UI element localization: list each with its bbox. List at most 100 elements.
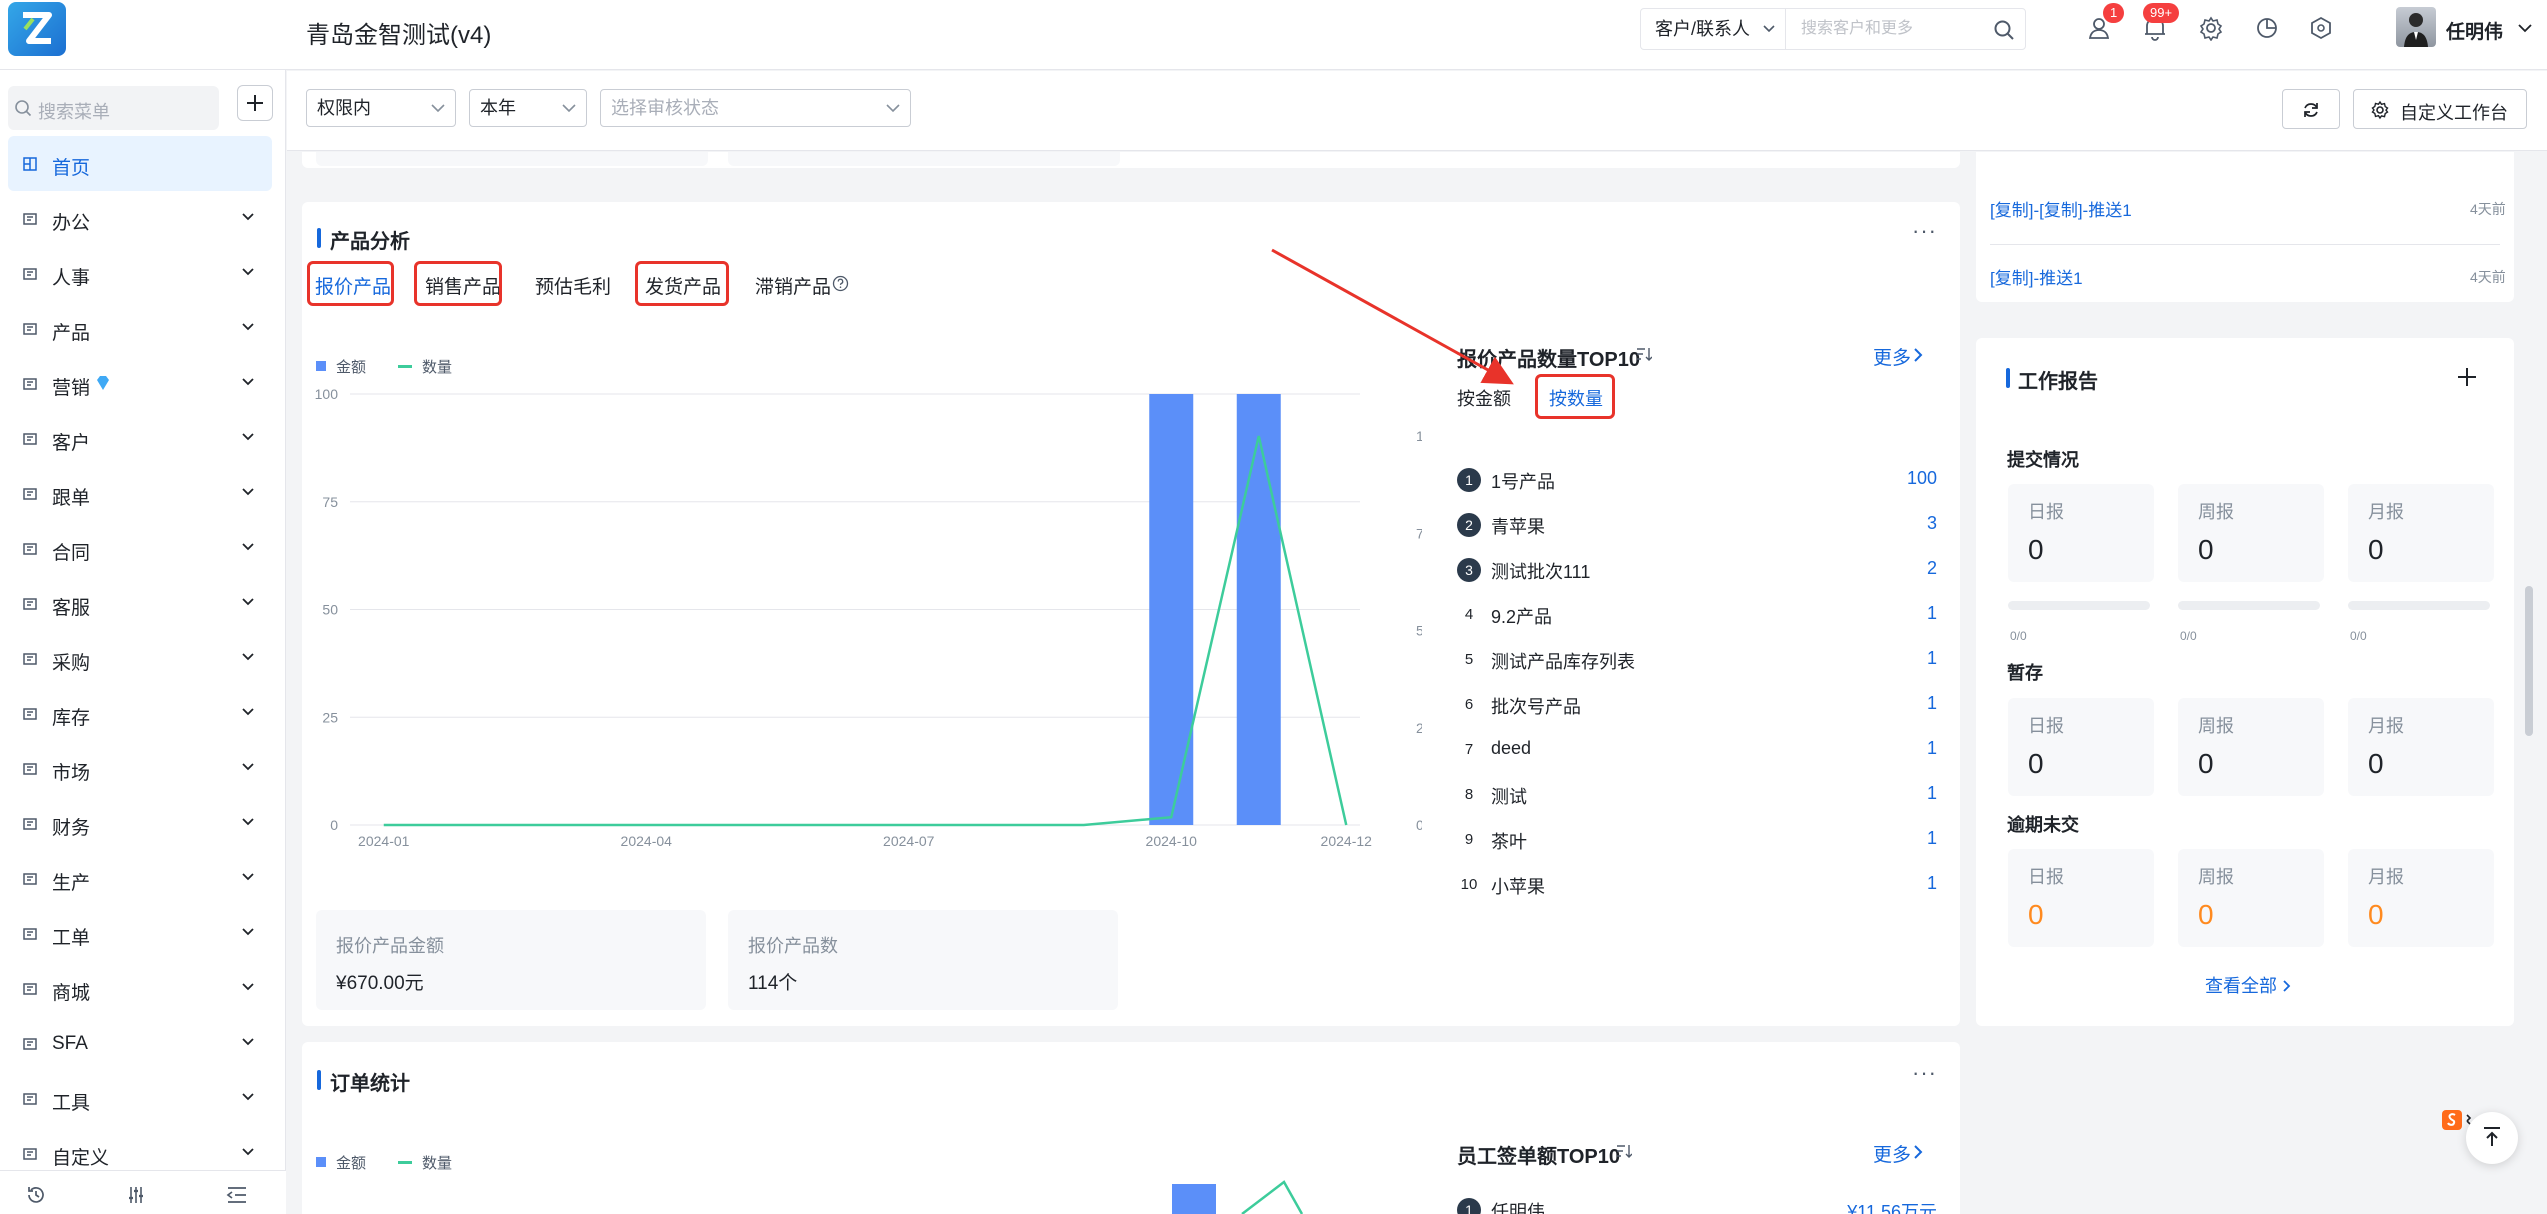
list-item[interactable]: 1 1号产品 100 xyxy=(1457,464,1937,494)
sidebar-item-15[interactable]: 商城 xyxy=(8,961,272,1016)
list-item[interactable]: 10 小苹果 1 xyxy=(1457,869,1937,899)
rank-name: 青苹果 xyxy=(1491,517,1545,537)
more-options-icon[interactable]: ··· xyxy=(1912,1060,1937,1086)
arrow-up-icon xyxy=(2482,1126,2502,1148)
sidebar-item-8[interactable]: 客服 xyxy=(8,576,272,631)
sidebar-item-17[interactable]: 工具 xyxy=(8,1071,272,1126)
report-daily-box[interactable]: 日报 0 xyxy=(2008,484,2154,582)
chevron-right-icon[interactable] xyxy=(1913,1144,1923,1160)
report-monthly-box[interactable]: 月报 0 xyxy=(2348,484,2494,582)
sidebar-item-16[interactable]: SFA xyxy=(8,1016,272,1071)
search-icon[interactable] xyxy=(1993,19,2015,41)
audit-status-placeholder: 选择审核状态 xyxy=(611,98,719,118)
rank-number: 9 xyxy=(1464,831,1474,848)
sort-icon[interactable] xyxy=(1616,1143,1632,1159)
y-left-tick-label: 0 xyxy=(330,817,338,833)
stat-remnant xyxy=(728,152,1120,166)
back-to-top-button[interactable] xyxy=(2466,1112,2518,1164)
y-left-tick-label: 50 xyxy=(322,602,338,618)
ranking-list: 1 1号产品 100 2 青苹果 3 3 测试批次111 2 4 9.2产品 1 5 测试产品库存列表 1 6… xyxy=(1457,464,1937,914)
view-all-link[interactable]: 查看全部 xyxy=(2205,972,2291,998)
rank-value: 1 xyxy=(1926,828,1937,848)
notice-item-title[interactable]: [复制]-推送1 xyxy=(1990,264,2083,289)
sidebar-item-10[interactable]: 库存 xyxy=(8,686,272,741)
sidebar-item-label: 跟单 xyxy=(52,488,91,509)
report-monthly-box[interactable]: 月报 0 xyxy=(2348,849,2494,947)
chevron-right-icon[interactable] xyxy=(1913,347,1923,363)
sidebar-item-5[interactable]: 客户 xyxy=(8,411,272,466)
sidebar-item-6[interactable]: 跟单 xyxy=(8,466,272,521)
report-value: 0 xyxy=(2368,899,2384,930)
hr-icon xyxy=(22,266,38,282)
sidebar-item-2[interactable]: 人事 xyxy=(8,246,272,301)
app-root: 青岛金智测试(v4) 客户/联系人 搜索客户和更多 1 99+ 任明伟 搜索菜单 xyxy=(0,0,2547,1214)
sidebar-item-3[interactable]: 产品 xyxy=(8,301,272,356)
search-scope-select[interactable]: 客户/联系人 xyxy=(1641,9,1786,49)
custom-workbench-button[interactable]: 自定义工作台 xyxy=(2353,89,2527,129)
report-daily-box[interactable]: 日报 0 xyxy=(2008,849,2154,947)
list-item[interactable]: 6 批次号产品 1 xyxy=(1457,689,1937,719)
sidebar-item-14[interactable]: 工单 xyxy=(8,906,272,961)
sidebar-item-11[interactable]: 市场 xyxy=(8,741,272,796)
sidebar-item-9[interactable]: 采购 xyxy=(8,631,272,686)
sort-icon[interactable] xyxy=(1636,346,1652,362)
sidebar-item-12[interactable]: 财务 xyxy=(8,796,272,851)
tools-icon xyxy=(22,1091,38,1107)
ranking-more-link[interactable]: 更多 xyxy=(1873,343,1911,370)
history-icon[interactable] xyxy=(26,1185,46,1205)
stat-quoted-amount: 报价产品金额 ¥670.00元 xyxy=(316,910,706,1010)
collapse-menu-icon[interactable] xyxy=(226,1185,248,1205)
report-daily-box[interactable]: 日报 0 xyxy=(2008,698,2154,796)
more-options-icon[interactable]: ··· xyxy=(1912,218,1937,244)
progress-bar xyxy=(2348,601,2490,610)
chevron-down-icon xyxy=(242,488,254,496)
contract-icon xyxy=(22,541,38,557)
report-label: 周报 xyxy=(2198,867,2234,887)
list-item[interactable]: 4 9.2产品 1 xyxy=(1457,599,1937,629)
subtab-by-amount[interactable]: 按金额 xyxy=(1457,385,1511,411)
ranking-more-link[interactable]: 更多 xyxy=(1873,1140,1911,1167)
chevron-down-icon[interactable] xyxy=(2518,24,2532,33)
report-monthly-box[interactable]: 月报 0 xyxy=(2348,698,2494,796)
list-item[interactable]: 2 青苹果 3 xyxy=(1457,509,1937,539)
list-item[interactable]: 5 测试产品库存列表 1 xyxy=(1457,644,1937,674)
notice-item-title[interactable]: [复制]-[复制]-推送1 xyxy=(1990,196,2132,221)
list-item[interactable]: 9 茶叶 1 xyxy=(1457,824,1937,854)
report-weekly-box[interactable]: 周报 0 xyxy=(2178,849,2324,947)
sidebar-item-1[interactable]: 办公 xyxy=(8,191,272,246)
x-tick-label: 2024-07 xyxy=(883,833,935,849)
list-item[interactable]: 8 测试 1 xyxy=(1457,779,1937,809)
scope-select[interactable]: 权限内 xyxy=(306,89,456,127)
settings-sliders-icon[interactable] xyxy=(126,1185,146,1205)
sogou-input-icon[interactable] xyxy=(2440,1108,2472,1130)
user-name[interactable]: 任明伟 xyxy=(2446,17,2503,44)
custom-workbench-label: 自定义工作台 xyxy=(2400,103,2508,123)
gear-icon[interactable] xyxy=(2198,15,2224,41)
page-scrollbar[interactable] xyxy=(2525,586,2533,736)
sidebar-item-4[interactable]: 营销 xyxy=(8,356,272,411)
chevron-down-icon xyxy=(242,323,254,331)
sidebar-item-label: 客户 xyxy=(52,433,91,454)
search-input[interactable]: 搜索客户和更多 xyxy=(1801,9,1913,49)
add-menu-button[interactable] xyxy=(237,85,273,121)
refresh-button[interactable] xyxy=(2282,89,2340,129)
report-weekly-box[interactable]: 周报 0 xyxy=(2178,484,2324,582)
app-logo[interactable] xyxy=(8,2,66,56)
audit-status-select[interactable]: 选择审核状态 xyxy=(600,89,911,127)
period-select[interactable]: 本年 xyxy=(469,89,587,127)
pie-chart-icon[interactable] xyxy=(2254,15,2280,41)
avatar[interactable] xyxy=(2396,7,2436,47)
menu-search-input[interactable]: 搜索菜单 xyxy=(8,86,219,130)
add-report-icon[interactable] xyxy=(2456,366,2478,388)
report-weekly-box[interactable]: 周报 0 xyxy=(2178,698,2324,796)
list-item[interactable]: 7 deed 1 xyxy=(1457,734,1937,764)
rank-name: 批次号产品 xyxy=(1491,697,1581,717)
list-item[interactable]: 1 任明伟 ¥11.56万元 xyxy=(1457,1194,1937,1214)
sidebar-item-0[interactable]: 首页 xyxy=(8,136,272,191)
y-left-tick-label: 100 xyxy=(315,386,339,402)
chevron-down-icon xyxy=(562,104,576,113)
cube-icon[interactable] xyxy=(2308,15,2334,41)
list-item[interactable]: 3 测试批次111 2 xyxy=(1457,554,1937,584)
sidebar-item-13[interactable]: 生产 xyxy=(8,851,272,906)
sidebar-item-7[interactable]: 合同 xyxy=(8,521,272,576)
